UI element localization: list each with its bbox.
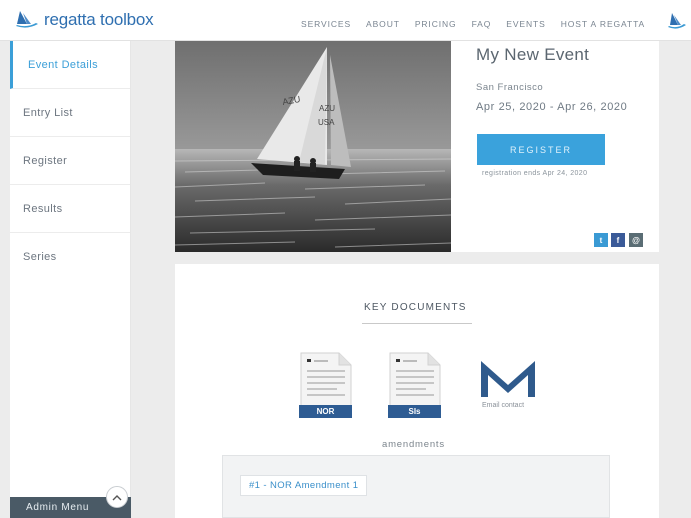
email-share-button[interactable]: @ xyxy=(629,233,643,247)
nav-faq[interactable]: FAQ xyxy=(472,19,492,29)
sidebar-item-series[interactable]: Series xyxy=(10,233,130,281)
twitter-icon: t xyxy=(599,235,603,245)
sidebar-item-label: Series xyxy=(23,251,57,263)
sailboat-icon[interactable] xyxy=(666,10,688,34)
event-title: My New Event xyxy=(476,45,590,64)
sidebar-item-label: Event Details xyxy=(28,58,99,71)
chevron-up-icon xyxy=(112,494,122,500)
sailboat-photo: AZU AZU USA xyxy=(175,41,451,252)
sidebar-item-label: Entry List xyxy=(23,106,73,119)
document-nor[interactable]: NOR xyxy=(299,352,353,418)
nav-events[interactable]: EVENTS xyxy=(506,19,545,29)
key-documents-heading: KEY DOCUMENTS xyxy=(364,302,467,313)
document-label: SIs xyxy=(388,405,441,418)
registration-deadline: registration ends Apr 24, 2020 xyxy=(482,170,588,177)
document-icon xyxy=(389,352,441,408)
nav-host-a-regatta[interactable]: HOST A REGATTA xyxy=(561,19,645,29)
sidebar-item-label: Register xyxy=(23,154,68,167)
event-hero-photo: AZU AZU USA xyxy=(175,41,451,252)
document-sis[interactable]: SIs xyxy=(388,352,442,418)
event-location: San Francisco xyxy=(476,82,544,93)
sidebar-item-event-details[interactable]: Event Details xyxy=(10,41,130,89)
admin-menu-toggle[interactable] xyxy=(106,486,128,508)
logo[interactable]: regatta toolbox xyxy=(14,9,154,31)
facebook-icon: f xyxy=(616,235,620,245)
event-sidebar: Event Details Entry List Register Result… xyxy=(10,41,131,518)
amendments-heading: amendments xyxy=(382,439,445,450)
email-share-icon: @ xyxy=(632,235,640,245)
heading-divider xyxy=(362,323,472,324)
sailboat-icon xyxy=(16,11,38,28)
document-icon xyxy=(300,352,352,408)
top-navbar: regatta toolbox SERVICES ABOUT PRICING F… xyxy=(0,0,691,41)
amendment-item[interactable]: #1 - NOR Amendment 1 xyxy=(240,475,368,496)
nav-about[interactable]: ABOUT xyxy=(366,19,400,29)
sidebar-item-register[interactable]: Register xyxy=(10,137,130,185)
document-label: NOR xyxy=(299,405,352,418)
twitter-share-button[interactable]: t xyxy=(594,233,608,247)
main-nav: SERVICES ABOUT PRICING FAQ EVENTS HOST A… xyxy=(301,19,660,29)
facebook-share-button[interactable]: f xyxy=(611,233,625,247)
register-button[interactable]: REGISTER xyxy=(477,134,605,165)
sidebar-item-results[interactable]: Results xyxy=(10,185,130,233)
nav-services[interactable]: SERVICES xyxy=(301,19,351,29)
sidebar-item-label: Results xyxy=(23,202,63,215)
email-contact-label[interactable]: Email contact xyxy=(482,402,524,409)
admin-menu-label: Admin Menu xyxy=(26,502,90,513)
sail-number-2: USA xyxy=(318,118,335,127)
sidebar-item-entry-list[interactable]: Entry List xyxy=(10,89,130,137)
nav-pricing[interactable]: PRICING xyxy=(415,19,457,29)
logo-text: regatta toolbox xyxy=(44,10,154,29)
event-dates: Apr 25, 2020 - Apr 26, 2020 xyxy=(476,101,628,113)
sail-number-1: AZU xyxy=(319,104,335,113)
